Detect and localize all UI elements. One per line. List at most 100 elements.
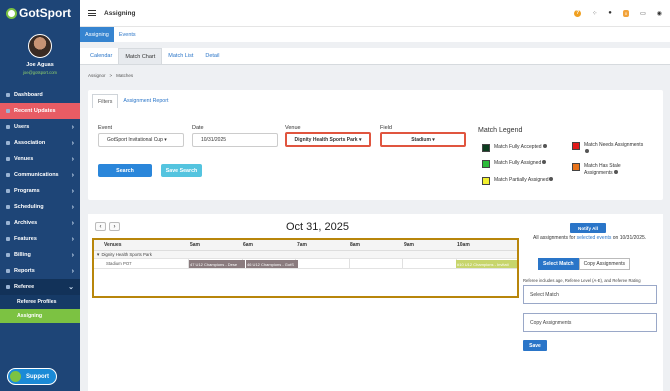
support-label: Support — [26, 373, 49, 380]
sidebar-item-label: Dashboard — [14, 92, 43, 98]
tab-assignment-report[interactable]: Assignment Report — [118, 94, 173, 108]
chevron-right-icon: › — [71, 139, 74, 147]
chevron-right-icon: › — [71, 251, 74, 259]
sidebar-item-programs[interactable]: Programs › — [0, 183, 80, 199]
sidebar-item-communications[interactable]: Communications › — [0, 167, 80, 183]
sidebar-nav: Dashboard Recent Updates Users › Associat… — [0, 87, 80, 323]
search-button[interactable]: Search — [98, 164, 152, 177]
legend-item-fully-assigned: Match Fully Assigned — [482, 160, 557, 168]
info-icon[interactable] — [542, 144, 547, 148]
match-legend-title: Match Legend — [478, 127, 523, 134]
field-label: Field — [380, 125, 392, 131]
notify-all-button[interactable]: Notify All — [570, 223, 606, 233]
info-icon[interactable] — [542, 160, 547, 164]
match-block[interactable]: 47 U12 Champions - Dese — [189, 260, 245, 268]
sidebar-item-label: Features — [14, 236, 37, 242]
chevron-right-icon: › — [71, 171, 74, 179]
top-icons: ? ⁘ ● 0 ▭ ◉ — [574, 9, 662, 17]
schedule-grid: Venues 5am 6am 7am 8am 9am 10am ▼ Dignit… — [92, 238, 519, 298]
sidebar-item-label: Recent Updates — [14, 108, 56, 114]
save-button[interactable]: Save — [523, 340, 547, 351]
copy-assignments-field[interactable]: Copy Assignments — [523, 313, 657, 332]
breadcrumb-separator: > — [109, 73, 113, 78]
sidebar-subitem-assigning[interactable]: Assigning — [0, 309, 80, 323]
event-select[interactable]: GotSport Invitational Cup ▾ — [98, 133, 184, 147]
prev-day-button[interactable]: ‹ — [95, 222, 106, 231]
sidebar-item-recent-updates[interactable]: Recent Updates — [0, 103, 80, 119]
next-day-button[interactable]: › — [109, 222, 120, 231]
schedule-header: Venues 5am 6am 7am 8am 9am 10am — [94, 240, 517, 251]
sidebar-item-scheduling[interactable]: Scheduling › — [0, 199, 80, 215]
save-search-button[interactable]: Save Search — [161, 164, 202, 177]
support-button[interactable]: Support — [7, 368, 57, 385]
breadcrumb: Assignor > Matches — [88, 73, 133, 78]
sidebar-item-label: Association — [14, 140, 46, 146]
sidebar-item-archives[interactable]: Archives › — [0, 215, 80, 231]
sidebar-item-referee[interactable]: Referee ⌄ — [0, 279, 80, 295]
venue-select[interactable]: Dignity Health Sports Park ▾ — [285, 132, 371, 147]
sidebar-item-billing[interactable]: Billing › — [0, 247, 80, 263]
note-text: All assignments for — [533, 235, 576, 241]
hamburger-menu-icon[interactable] — [88, 9, 96, 18]
legend-label: Match Fully Accepted — [494, 144, 542, 150]
reports-icon — [6, 269, 10, 273]
sidebar-item-users[interactable]: Users › — [0, 119, 80, 135]
note-text: on 10/31/2025. — [612, 235, 647, 241]
mode-toggle: Select Match Copy Assignments — [538, 258, 630, 270]
event-label: Event — [98, 125, 113, 131]
sidebar-item-features[interactable]: Features › — [0, 231, 80, 247]
sidebar-item-label: Archives — [14, 220, 38, 226]
legend-swatch — [572, 142, 580, 150]
tab-match-chart[interactable]: Match Chart — [118, 48, 163, 64]
legend-label: Match Needs Assignments — [584, 142, 644, 148]
select-match-toggle[interactable]: Select Match — [538, 258, 579, 270]
copy-assignments-toggle[interactable]: Copy Assignments — [578, 258, 630, 270]
legend-item-partially-assigned: Match Partially Assigned — [482, 177, 557, 185]
features-icon — [6, 237, 10, 241]
venue-group-row[interactable]: ▼ Dignity Health Sports Park — [94, 251, 517, 259]
programs-icon — [6, 189, 10, 193]
legend-swatch — [572, 163, 580, 171]
sidebar-item-label: Reports — [14, 268, 35, 274]
gotsport-logo[interactable]: GotSport — [0, 0, 80, 26]
sidebar-item-dashboard[interactable]: Dashboard — [0, 87, 80, 103]
match-block[interactable]: #10 U12 Champions - Invitati — [456, 260, 517, 268]
sidebar-item-label: Communications — [14, 172, 59, 178]
grid-line — [349, 259, 350, 268]
user-icon[interactable]: ● — [608, 10, 612, 16]
info-icon[interactable] — [549, 177, 554, 181]
info-icon[interactable] — [585, 149, 589, 153]
legend-item-stale-assignments: Match Has Stale Assignments — [572, 163, 647, 177]
date-input[interactable]: 10/31/2025 — [192, 133, 278, 147]
selected-events-link[interactable]: selected events — [577, 235, 612, 241]
sidebar-item-reports[interactable]: Reports › — [0, 263, 80, 279]
breadcrumb-matches: Matches — [116, 73, 134, 78]
chevron-right-icon: › — [71, 203, 74, 211]
account-icon[interactable]: ◉ — [657, 10, 662, 17]
time-header: 5am — [190, 242, 201, 248]
tab-filters[interactable]: Filters — [92, 94, 119, 108]
help-icon[interactable]: ? — [574, 9, 582, 17]
soccer-ball-icon — [6, 7, 17, 19]
chevron-right-icon: › — [71, 155, 74, 163]
sidebar-item-venues[interactable]: Venues › — [0, 151, 80, 167]
user-email[interactable]: joe@gotsport.com — [0, 70, 80, 75]
match-chart-panel: ‹ › Oct 31, 2025 Venues 5am 6am 7am 8am … — [88, 214, 663, 391]
breadcrumb-assignor[interactable]: Assignor — [88, 73, 106, 78]
chat-icon[interactable]: ▭ — [640, 10, 646, 17]
sidebar-item-association[interactable]: Association › — [0, 135, 80, 151]
match-block[interactable]: 46 U12 Champions - GotS — [246, 260, 298, 268]
module-tabs: Assigning Events — [80, 26, 670, 42]
tab-detail[interactable]: Detail — [199, 48, 225, 64]
grid-icon[interactable]: ⁘ — [592, 10, 597, 17]
select-match-field[interactable]: Select Match — [523, 285, 657, 304]
field-select[interactable]: Stadium ▾ — [380, 132, 466, 147]
tab-calendar[interactable]: Calendar — [84, 48, 118, 64]
avatar[interactable] — [28, 34, 52, 58]
mail-icon[interactable]: 0 — [622, 9, 630, 17]
tab-assigning[interactable]: Assigning — [80, 27, 114, 42]
tab-match-list[interactable]: Match List — [162, 48, 199, 64]
info-icon[interactable] — [613, 170, 618, 174]
sidebar-subitem-referee-profiles[interactable]: Referee Profiles — [0, 295, 80, 309]
tab-events[interactable]: Events — [114, 27, 141, 42]
